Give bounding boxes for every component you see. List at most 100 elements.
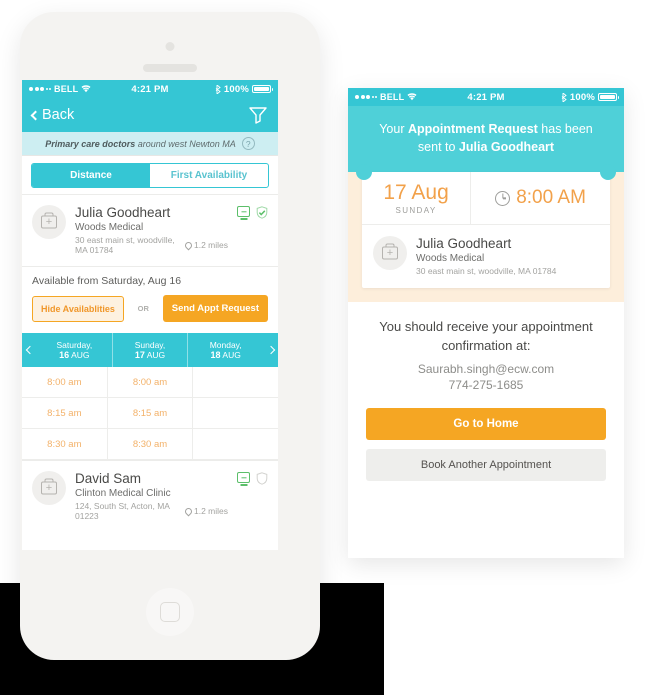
tab-distance[interactable]: Distance <box>32 164 150 187</box>
confirmation-phone: 774-275-1685 <box>448 377 524 392</box>
ticket-date: 17 Aug <box>383 181 449 205</box>
go-to-home-button[interactable]: Go to Home <box>366 407 606 440</box>
doctor-row: David Sam Clinton Medical Clinic 124, So… <box>22 461 278 532</box>
funnel-filter-icon[interactable] <box>248 106 268 124</box>
confirmation-banner: Your Appointment Request has been sent t… <box>348 106 624 173</box>
bluetooth-icon <box>215 84 221 94</box>
time-slot[interactable]: 8:30 am <box>22 429 107 460</box>
time-slot[interactable]: 8:00 am <box>107 367 193 398</box>
date-label: 18 AUG <box>210 349 241 360</box>
wifi-icon <box>407 93 417 101</box>
date-label: 16 AUG <box>59 349 90 360</box>
screen-appointment-confirmation: BELL 4:21 PM 100% Your Appointment Reque… <box>348 88 624 558</box>
sort-segmented-control-wrap: Distance First Availability <box>22 156 278 194</box>
status-bar-left-group: BELL <box>29 84 131 94</box>
banner-doctor-name: Julia Goodheart <box>458 140 555 155</box>
date-carousel-days: Saturday, 16 AUG Sunday, 17 AUG Monday, … <box>37 333 263 367</box>
banner-text-d: sent to <box>417 140 459 155</box>
confirmation-message-line-1: You should receive your appointment <box>379 319 593 335</box>
monitor-telehealth-icon[interactable] <box>237 472 250 483</box>
doctor-card-secondary[interactable]: David Sam Clinton Medical Clinic 124, So… <box>22 460 278 532</box>
doctor-distance-label: 1.2 miles <box>193 240 228 250</box>
doctor-info: David Sam Clinton Medical Clinic 124, So… <box>75 471 228 521</box>
ticket-header: 17 Aug SUNDAY 8:00 AM <box>362 172 610 226</box>
doctor-badges <box>237 205 268 219</box>
doctor-row: Julia Goodheart Woods Medical 30 east ma… <box>22 195 278 266</box>
date-column-header[interactable]: Saturday, 16 AUG <box>37 333 113 367</box>
battery-icon <box>598 92 619 102</box>
time-slot-empty <box>193 367 278 398</box>
bluetooth-icon <box>561 92 567 102</box>
time-slot[interactable]: 8:00 am <box>22 367 107 398</box>
clock-icon <box>495 190 511 206</box>
search-context-emphasis: Primary care doctors <box>45 138 136 149</box>
time-slot-empty <box>193 429 278 460</box>
time-slot[interactable]: 8:15 am <box>107 398 193 429</box>
time-slot-column: 8:00 am 8:15 am 8:30 am <box>107 367 194 460</box>
question-mark-icon[interactable]: ? <box>241 137 255 150</box>
map-pin-icon <box>183 240 194 250</box>
earpiece-speaker <box>143 64 197 72</box>
time-slot[interactable]: 8:30 am <box>107 429 193 460</box>
ticket-weekday: SUNDAY <box>395 206 437 216</box>
chevron-left-icon <box>25 345 34 355</box>
next-day-button[interactable] <box>263 333 278 367</box>
screen-doctor-search: BELL 4:21 PM 100% Back Primary care doct… <box>22 80 278 550</box>
doctor-address: 30 east main st, woodville, MA 01784 <box>75 235 175 255</box>
battery-percent-label: 100% <box>223 83 249 95</box>
back-button[interactable]: Back <box>30 107 74 123</box>
date-column-header[interactable]: Monday, 18 AUG <box>188 333 263 367</box>
status-bar-right: BELL 4:21 PM 100% <box>348 88 624 106</box>
ticket-area: 17 Aug SUNDAY 8:00 AM Julia Goodheart Wo… <box>348 164 624 303</box>
send-appt-request-button[interactable]: Send Appt Request <box>162 295 268 322</box>
map-pin-icon <box>183 506 194 516</box>
screenshot-stage: BELL 4:21 PM 100% Back Primary care doct… <box>0 0 647 695</box>
ticket-doctor-name: Julia Goodheart <box>416 236 512 252</box>
tab-first-availability[interactable]: First Availability <box>150 164 268 187</box>
ticket-notch-right <box>600 164 616 181</box>
confirmation-body: You should receive your appointment conf… <box>348 302 624 481</box>
monitor-telehealth-icon[interactable] <box>237 206 250 217</box>
doctor-clinic: Clinton Medical Clinic <box>75 488 171 499</box>
ticket-time-block: 8:00 AM <box>471 172 610 224</box>
time-slot-column: 8:00 am 8:15 am 8:30 am <box>22 367 108 460</box>
doctor-distance-label: 1.2 miles <box>193 506 228 516</box>
time-slot-empty <box>193 398 278 429</box>
date-label: 17 AUG <box>134 349 166 360</box>
battery-percent-label: 100% <box>569 91 595 103</box>
time-slot-column <box>193 367 278 460</box>
shield-icon[interactable] <box>256 472 268 485</box>
battery-icon <box>252 84 273 94</box>
prev-day-button[interactable] <box>22 333 37 367</box>
doctor-info: Julia Goodheart Woods Medical 30 east ma… <box>75 205 228 255</box>
home-button-square-icon <box>160 602 180 622</box>
doctor-distance: 1.2 miles <box>183 240 228 250</box>
avatar <box>32 205 66 239</box>
doctor-clinic: Woods Medical <box>75 222 144 233</box>
hide-availabilities-button[interactable]: Hide Availablities <box>32 295 124 322</box>
time-slot[interactable]: 8:15 am <box>22 398 107 429</box>
carrier-label: BELL <box>54 84 79 94</box>
ticket-clinic: Woods Medical <box>416 253 485 265</box>
ticket-doctor-row: Julia Goodheart Woods Medical 30 east ma… <box>362 225 610 288</box>
banner-text-c: has been <box>537 122 593 136</box>
medical-bag-icon <box>41 481 57 495</box>
weekday-label: Saturday, <box>56 339 93 350</box>
ticket-address: 30 east main st, woodville, MA 01784 <box>416 266 557 277</box>
home-button[interactable] <box>146 588 194 636</box>
or-label: OR <box>137 304 149 313</box>
date-column-header[interactable]: Sunday, 17 AUG <box>113 333 189 367</box>
availability-buttons: Hide Availablities OR Send Appt Request <box>22 295 278 333</box>
shield-check-icon[interactable] <box>256 206 268 219</box>
front-camera-icon <box>165 42 175 51</box>
doctor-badges <box>237 471 268 485</box>
book-another-appointment-button[interactable]: Book Another Appointment <box>366 448 606 481</box>
banner-line-1: Your Appointment Request has been <box>364 120 608 138</box>
status-bar-left-group: BELL <box>355 92 467 102</box>
doctor-card-primary[interactable]: Julia Goodheart Woods Medical 30 east ma… <box>22 194 278 460</box>
chevron-left-icon <box>30 110 41 120</box>
search-context-bar: Primary care doctors around west Newton … <box>22 132 278 156</box>
medical-bag-icon <box>41 215 57 229</box>
navigation-bar: Back <box>22 98 278 132</box>
avatar <box>32 471 66 505</box>
